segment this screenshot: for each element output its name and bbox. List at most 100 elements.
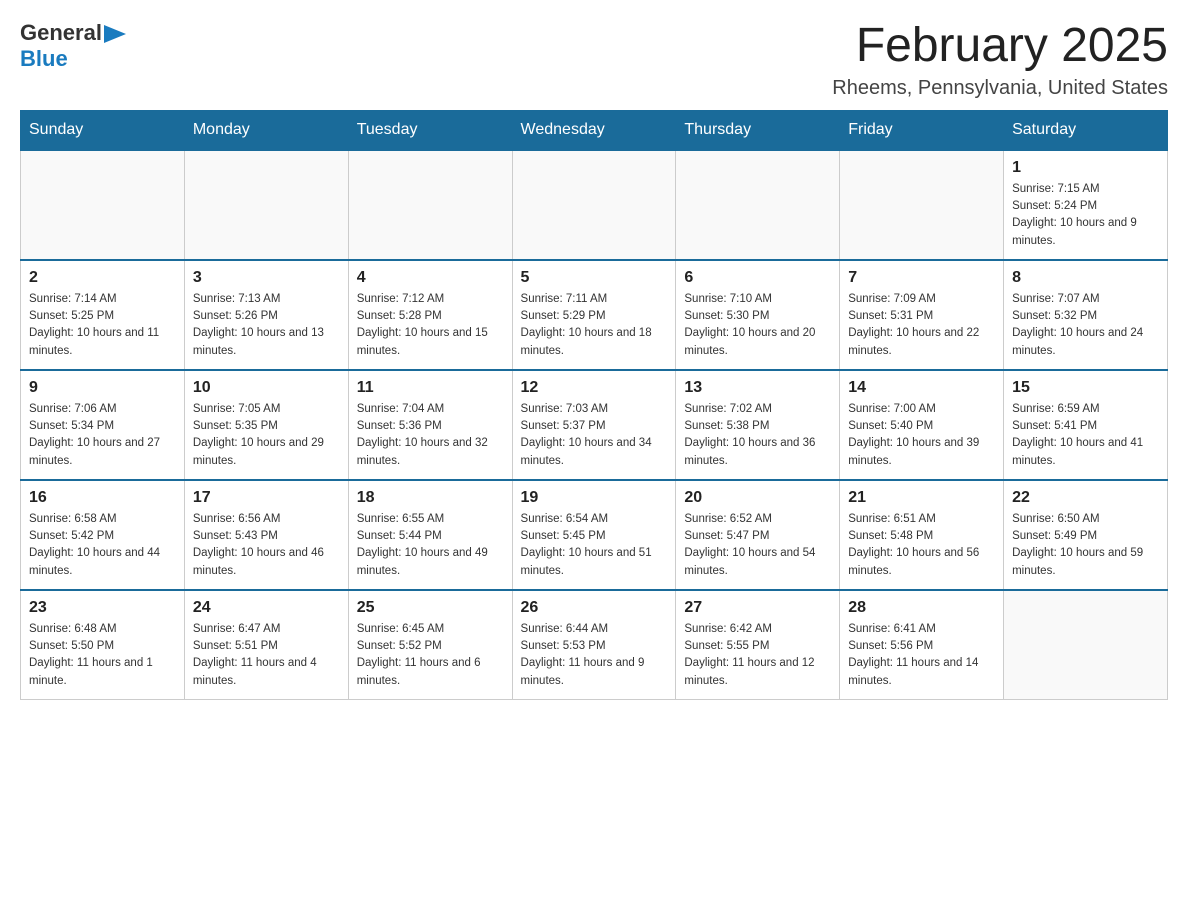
day-number: 25 — [357, 599, 504, 617]
calendar-cell — [676, 150, 840, 260]
day-info: Sunrise: 7:14 AMSunset: 5:25 PMDaylight:… — [29, 291, 176, 360]
calendar-cell: 23Sunrise: 6:48 AMSunset: 5:50 PMDayligh… — [21, 590, 185, 700]
calendar-cell: 9 Sunrise: 7:06 AMSunset: 5:34 PMDaylight… — [21, 370, 185, 480]
week-row: 1 Sunrise: 7:15 AMSunset: 5:24 PMDaylight… — [21, 150, 1168, 260]
day-number: 2 — [29, 269, 176, 287]
day-number: 17 — [193, 489, 340, 507]
day-info: Sunrise: 7:15 AMSunset: 5:24 PMDaylight:… — [1012, 181, 1159, 250]
day-of-week-header: Thursday — [676, 110, 840, 150]
day-info: Sunrise: 6:56 AMSunset: 5:43 PMDaylight:… — [193, 511, 340, 580]
calendar-cell: 27 Sunrise: 6:42 AMSunset: 5:55 PMDayligh… — [676, 590, 840, 700]
calendar-cell: 20 Sunrise: 6:52 AMSunset: 5:47 PMDayligh… — [676, 480, 840, 590]
day-of-week-header: Wednesday — [512, 110, 676, 150]
day-info: Sunrise: 6:55 AMSunset: 5:44 PMDaylight:… — [357, 511, 504, 580]
calendar-cell: 13 Sunrise: 7:02 AMSunset: 5:38 PMDayligh… — [676, 370, 840, 480]
calendar-cell: 6 Sunrise: 7:10 AMSunset: 5:30 PMDaylight… — [676, 260, 840, 370]
day-number: 1 — [1012, 159, 1159, 177]
calendar-cell: 15Sunrise: 6:59 AMSunset: 5:41 PMDayligh… — [1004, 370, 1168, 480]
day-info: Sunrise: 7:05 AMSunset: 5:35 PMDaylight:… — [193, 401, 340, 470]
calendar-cell — [21, 150, 185, 260]
day-of-week-header: Tuesday — [348, 110, 512, 150]
day-info: Sunrise: 6:42 AMSunset: 5:55 PMDaylight:… — [684, 621, 831, 690]
calendar-cell: 28 Sunrise: 6:41 AMSunset: 5:56 PMDayligh… — [840, 590, 1004, 700]
calendar-cell: 3Sunrise: 7:13 AMSunset: 5:26 PMDaylight… — [184, 260, 348, 370]
day-info: Sunrise: 6:41 AMSunset: 5:56 PMDaylight:… — [848, 621, 995, 690]
day-number: 6 — [684, 269, 831, 287]
day-info: Sunrise: 7:10 AMSunset: 5:30 PMDaylight:… — [684, 291, 831, 360]
calendar-title: February 2025 — [832, 20, 1168, 73]
day-number: 18 — [357, 489, 504, 507]
day-number: 12 — [521, 379, 668, 397]
days-header-row: SundayMondayTuesdayWednesdayThursdayFrid… — [21, 110, 1168, 150]
calendar-cell: 25 Sunrise: 6:45 AMSunset: 5:52 PMDayligh… — [348, 590, 512, 700]
page-header: General Blue February 2025 Rheems, Penns… — [20, 20, 1168, 100]
day-number: 4 — [357, 269, 504, 287]
calendar-cell — [184, 150, 348, 260]
day-info: Sunrise: 6:50 AMSunset: 5:49 PMDaylight:… — [1012, 511, 1159, 580]
calendar-cell: 14 Sunrise: 7:00 AMSunset: 5:40 PMDayligh… — [840, 370, 1004, 480]
day-info: Sunrise: 7:09 AMSunset: 5:31 PMDaylight:… — [848, 291, 995, 360]
day-number: 14 — [848, 379, 995, 397]
day-number: 10 — [193, 379, 340, 397]
day-number: 9 — [29, 379, 176, 397]
calendar-table: SundayMondayTuesdayWednesdayThursdayFrid… — [20, 110, 1168, 701]
logo-general-text: General — [20, 20, 102, 46]
week-row: 2 Sunrise: 7:14 AMSunset: 5:25 PMDaylight… — [21, 260, 1168, 370]
day-number: 13 — [684, 379, 831, 397]
day-info: Sunrise: 7:02 AMSunset: 5:38 PMDaylight:… — [684, 401, 831, 470]
day-number: 21 — [848, 489, 995, 507]
day-info: Sunrise: 6:58 AMSunset: 5:42 PMDaylight:… — [29, 511, 176, 580]
day-number: 22 — [1012, 489, 1159, 507]
day-number: 16 — [29, 489, 176, 507]
day-number: 7 — [848, 269, 995, 287]
week-row: 16 Sunrise: 6:58 AMSunset: 5:42 PMDayligh… — [21, 480, 1168, 590]
day-number: 8 — [1012, 269, 1159, 287]
logo-triangle-icon — [104, 25, 126, 43]
calendar-cell: 8 Sunrise: 7:07 AMSunset: 5:32 PMDaylight… — [1004, 260, 1168, 370]
calendar-cell — [1004, 590, 1168, 700]
calendar-cell — [512, 150, 676, 260]
calendar-cell: 10 Sunrise: 7:05 AMSunset: 5:35 PMDayligh… — [184, 370, 348, 480]
day-number: 23 — [29, 599, 176, 617]
calendar-cell — [348, 150, 512, 260]
day-number: 3 — [193, 269, 340, 287]
title-area: February 2025 Rheems, Pennsylvania, Unit… — [832, 20, 1168, 100]
day-info: Sunrise: 6:44 AMSunset: 5:53 PMDaylight:… — [521, 621, 668, 690]
day-number: 11 — [357, 379, 504, 397]
calendar-cell — [840, 150, 1004, 260]
day-number: 24 — [193, 599, 340, 617]
day-number: 28 — [848, 599, 995, 617]
logo-blue-text: Blue — [20, 46, 68, 71]
day-info: Sunrise: 6:47 AMSunset: 5:51 PMDaylight:… — [193, 621, 340, 690]
day-of-week-header: Sunday — [21, 110, 185, 150]
day-info: Sunrise: 7:12 AMSunset: 5:28 PMDaylight:… — [357, 291, 504, 360]
day-number: 27 — [684, 599, 831, 617]
day-of-week-header: Friday — [840, 110, 1004, 150]
day-info: Sunrise: 7:03 AMSunset: 5:37 PMDaylight:… — [521, 401, 668, 470]
calendar-subtitle: Rheems, Pennsylvania, United States — [832, 77, 1168, 100]
day-info: Sunrise: 6:52 AMSunset: 5:47 PMDaylight:… — [684, 511, 831, 580]
calendar-cell: 12 Sunrise: 7:03 AMSunset: 5:37 PMDayligh… — [512, 370, 676, 480]
day-info: Sunrise: 7:04 AMSunset: 5:36 PMDaylight:… — [357, 401, 504, 470]
day-info: Sunrise: 6:45 AMSunset: 5:52 PMDaylight:… — [357, 621, 504, 690]
calendar-cell: 1 Sunrise: 7:15 AMSunset: 5:24 PMDaylight… — [1004, 150, 1168, 260]
calendar-cell: 4 Sunrise: 7:12 AMSunset: 5:28 PMDaylight… — [348, 260, 512, 370]
calendar-cell: 7 Sunrise: 7:09 AMSunset: 5:31 PMDaylight… — [840, 260, 1004, 370]
day-info: Sunrise: 7:07 AMSunset: 5:32 PMDaylight:… — [1012, 291, 1159, 360]
calendar-cell: 16 Sunrise: 6:58 AMSunset: 5:42 PMDayligh… — [21, 480, 185, 590]
day-info: Sunrise: 7:00 AMSunset: 5:40 PMDaylight:… — [848, 401, 995, 470]
day-number: 20 — [684, 489, 831, 507]
calendar-cell: 2 Sunrise: 7:14 AMSunset: 5:25 PMDaylight… — [21, 260, 185, 370]
calendar-cell: 5 Sunrise: 7:11 AMSunset: 5:29 PMDaylight… — [512, 260, 676, 370]
calendar-cell: 21 Sunrise: 6:51 AMSunset: 5:48 PMDayligh… — [840, 480, 1004, 590]
calendar-cell: 19Sunrise: 6:54 AMSunset: 5:45 PMDayligh… — [512, 480, 676, 590]
day-info: Sunrise: 7:06 AMSunset: 5:34 PMDaylight:… — [29, 401, 176, 470]
day-info: Sunrise: 6:51 AMSunset: 5:48 PMDaylight:… — [848, 511, 995, 580]
day-number: 15 — [1012, 379, 1159, 397]
day-info: Sunrise: 7:11 AMSunset: 5:29 PMDaylight:… — [521, 291, 668, 360]
week-row: 9 Sunrise: 7:06 AMSunset: 5:34 PMDaylight… — [21, 370, 1168, 480]
day-info: Sunrise: 6:54 AMSunset: 5:45 PMDaylight:… — [521, 511, 668, 580]
day-number: 5 — [521, 269, 668, 287]
day-of-week-header: Monday — [184, 110, 348, 150]
week-row: 23Sunrise: 6:48 AMSunset: 5:50 PMDayligh… — [21, 590, 1168, 700]
